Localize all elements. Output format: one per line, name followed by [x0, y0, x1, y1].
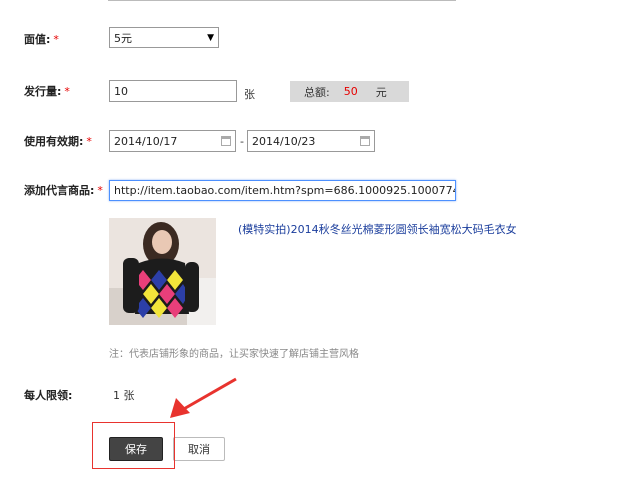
product-photo [109, 218, 216, 325]
required-mark: * [97, 184, 103, 197]
calendar-icon[interactable] [360, 136, 370, 146]
product-title-link[interactable]: (模特实拍)2014秋冬丝光棉菱形圆领长袖宽松大码毛衣女 [238, 221, 517, 237]
total-value: 50 [343, 85, 358, 98]
validity-label-text: 使用有效期: [24, 135, 84, 148]
annotation-highlight-box [92, 422, 175, 469]
face-value-selected: 5元 [114, 31, 132, 45]
product-note: 注：代表店铺形象的商品，让买家快速了解店铺主营风格 [109, 349, 359, 360]
start-date-value: 2014/10/17 [114, 134, 178, 148]
caret-down-icon: ▼ [207, 32, 214, 43]
end-date-input[interactable]: 2014/10/23 [247, 130, 375, 152]
product-url-input[interactable]: http://item.taobao.com/item.htm?spm=686.… [109, 180, 456, 201]
required-mark: * [86, 135, 92, 148]
quantity-label-text: 发行量: [24, 85, 62, 98]
product-label-text: 添加代言商品: [24, 184, 95, 197]
product-label: 添加代言商品: * [24, 182, 103, 198]
calendar-icon[interactable] [221, 136, 231, 146]
start-date-input[interactable]: 2014/10/17 [109, 130, 236, 152]
quantity-value: 10 [114, 84, 128, 98]
total-unit: 元 [375, 85, 387, 99]
required-mark: * [64, 85, 70, 98]
validity-label: 使用有效期: * [24, 133, 92, 149]
face-value-label: 面值: * [24, 31, 59, 47]
required-mark: * [53, 33, 59, 46]
product-thumbnail[interactable] [109, 218, 216, 325]
product-url-value: http://item.taobao.com/item.htm?spm=686.… [114, 184, 455, 197]
limit-label: 每人限领: [24, 387, 72, 403]
end-date-value: 2014/10/23 [252, 134, 316, 148]
face-value-select[interactable]: 5元 ▼ [109, 27, 219, 48]
total-label: 总额: [304, 85, 330, 99]
limit-label-text: 每人限领: [24, 389, 73, 402]
face-value-label-text: 面值: [24, 33, 51, 46]
annotation-arrow [170, 377, 237, 418]
quantity-unit: 张 [244, 88, 255, 101]
total-amount-box: 总额: 50 元 [290, 81, 409, 102]
date-separator: - [240, 135, 244, 148]
limit-value: 1 张 [113, 389, 135, 402]
cancel-button[interactable]: 取消 [173, 437, 225, 461]
quantity-label: 发行量: * [24, 83, 70, 99]
quantity-input[interactable]: 10 [109, 80, 237, 102]
top-divider [108, 0, 456, 1]
